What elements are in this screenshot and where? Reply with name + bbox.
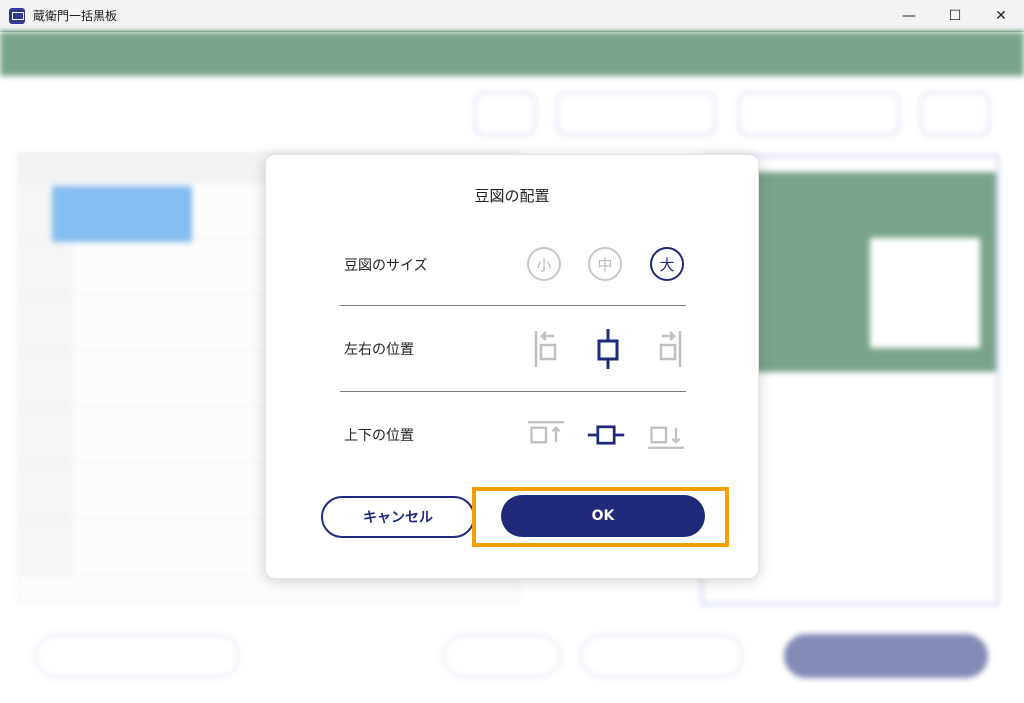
horizontal-position-row: 左右の位置 <box>340 307 686 391</box>
center-horizontal-icon[interactable] <box>588 327 628 371</box>
divider <box>340 391 686 392</box>
center-vertical-icon[interactable] <box>586 413 626 457</box>
vertical-position-row: 上下の位置 <box>340 393 686 477</box>
minimize-button[interactable]: — <box>886 0 932 32</box>
dialog-title: 豆図の配置 <box>474 187 550 205</box>
size-large-button[interactable]: 大 <box>650 247 684 281</box>
size-medium-button[interactable]: 中 <box>588 247 622 281</box>
bottom-align-icon[interactable] <box>646 413 686 457</box>
thumbnail-placement-dialog: 豆図の配置 豆図のサイズ 小 中 大 左右の位置 上下の位置 キャンセル OK <box>265 154 759 579</box>
size-small-button[interactable]: 小 <box>527 247 561 281</box>
window-titlebar: 蔵衛門一括黒板 — ☐ ✕ <box>0 0 1024 32</box>
vertical-position-label: 上下の位置 <box>344 428 414 444</box>
left-align-icon[interactable] <box>528 327 568 371</box>
horizontal-position-label: 左右の位置 <box>344 342 414 358</box>
size-label: 豆図のサイズ <box>344 258 428 274</box>
divider <box>340 305 686 306</box>
maximize-button[interactable]: ☐ <box>932 0 978 32</box>
right-align-icon[interactable] <box>648 327 688 371</box>
close-button[interactable]: ✕ <box>978 0 1024 32</box>
size-option-row: 豆図のサイズ 小 中 大 <box>340 223 686 307</box>
top-align-icon[interactable] <box>526 413 566 457</box>
window-controls: — ☐ ✕ <box>886 0 1024 32</box>
app-logo-icon <box>9 7 25 24</box>
ok-button[interactable]: OK <box>501 495 705 537</box>
window-title: 蔵衛門一括黒板 <box>33 9 118 23</box>
cancel-button[interactable]: キャンセル <box>321 496 475 538</box>
